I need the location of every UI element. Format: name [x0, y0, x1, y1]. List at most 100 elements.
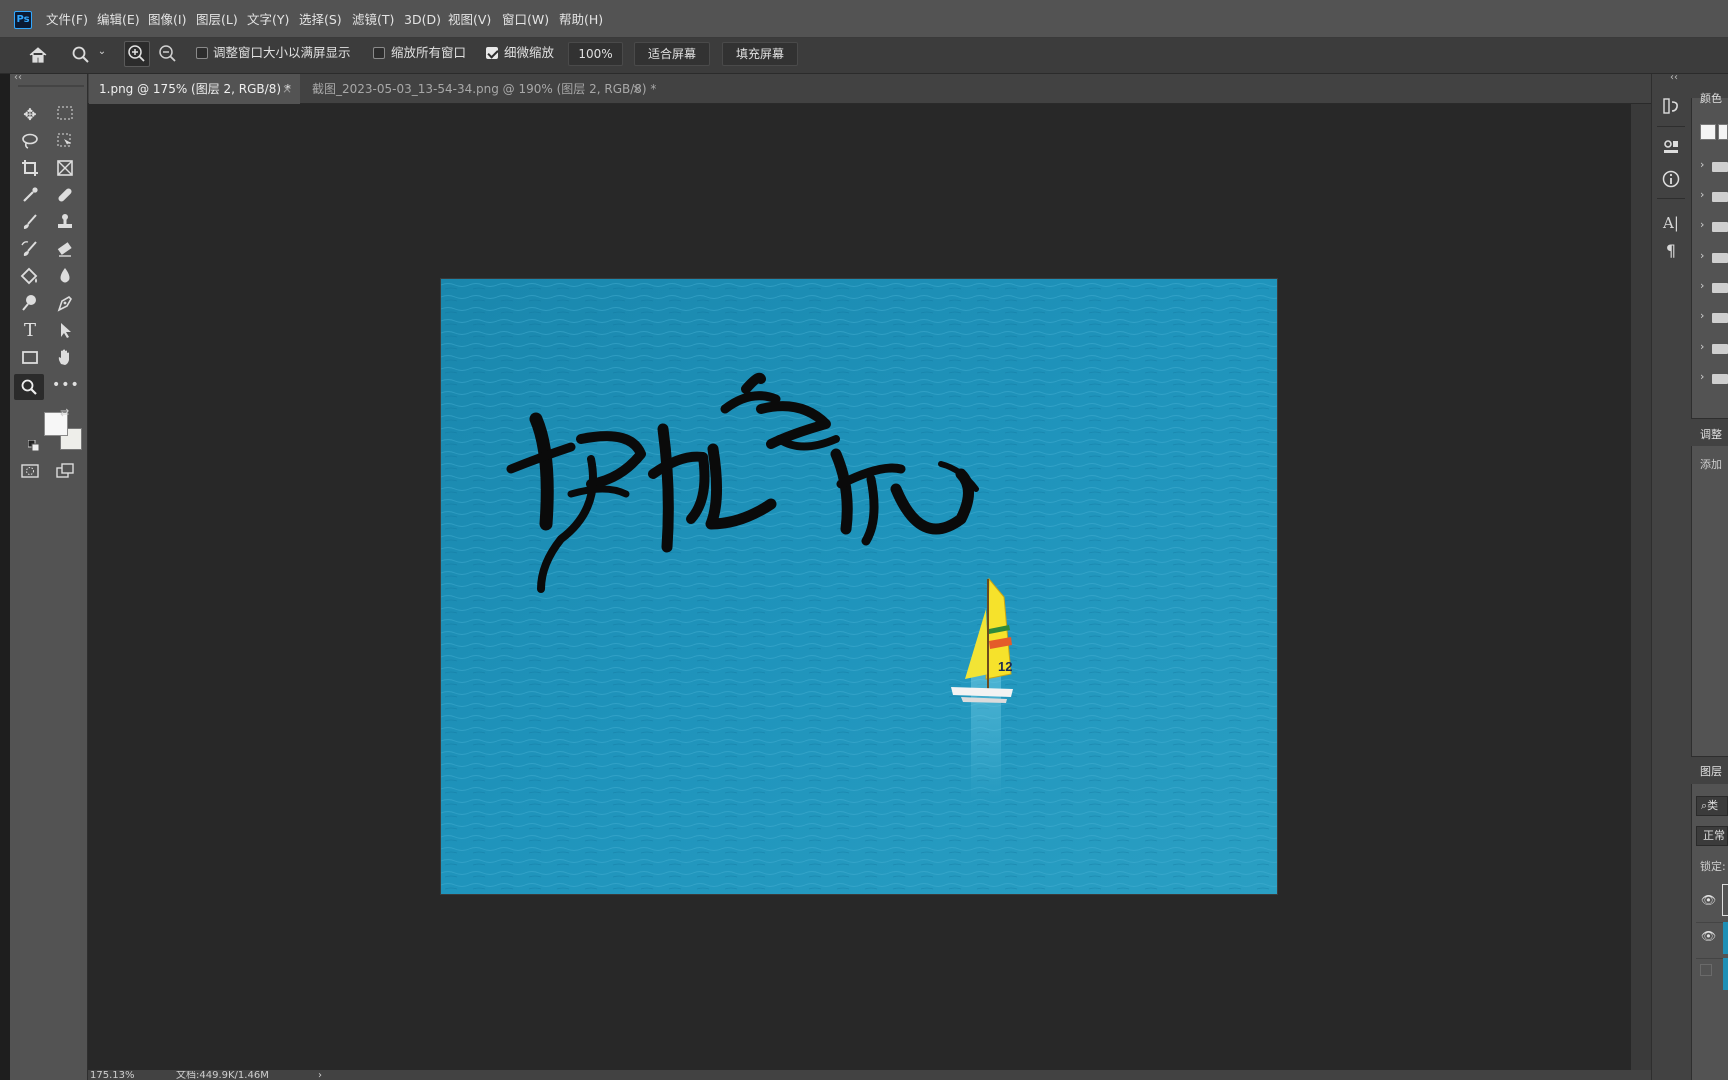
- more-tools-icon[interactable]: •••: [52, 374, 79, 396]
- vertical-scrollbar[interactable]: [1631, 104, 1651, 1070]
- tab-document-1[interactable]: 1.png @ 175% (图层 2, RGB/8) * ×: [89, 74, 300, 104]
- swatch-group-5[interactable]: ›: [1700, 279, 1728, 297]
- swatch-group-1[interactable]: ›: [1700, 158, 1728, 176]
- default-colors-icon[interactable]: [27, 439, 40, 452]
- close-icon[interactable]: ×: [632, 74, 642, 104]
- zoom-out-button[interactable]: [156, 42, 180, 66]
- left-edge-strip: [0, 38, 10, 1080]
- zoom-all-windows-checkbox[interactable]: [373, 47, 385, 59]
- resize-windows-checkbox[interactable]: [196, 47, 208, 59]
- tab-label: 截图_2023-05-03_13-54-34.png @ 190% (图层 2,…: [312, 82, 657, 96]
- healing-brush-tool-icon[interactable]: [52, 185, 78, 207]
- menu-3d[interactable]: 3D(D): [404, 10, 441, 30]
- eye-icon[interactable]: 👁: [1701, 929, 1716, 943]
- dodge-tool-icon[interactable]: [17, 293, 43, 315]
- pen-tool-icon[interactable]: [52, 293, 78, 315]
- swatch-group-3[interactable]: ›: [1700, 218, 1728, 236]
- history-brush-tool-icon[interactable]: [17, 239, 43, 261]
- swatch-group-4[interactable]: ›: [1700, 249, 1728, 267]
- marquee-tool-icon[interactable]: [52, 104, 78, 126]
- menu-select[interactable]: 选择(S): [299, 10, 342, 30]
- object-selection-tool-icon[interactable]: [52, 131, 78, 153]
- status-expand-icon[interactable]: ›: [318, 1071, 322, 1080]
- lock-label: 锁定:: [1700, 860, 1726, 873]
- swatch-group-8[interactable]: ›: [1700, 370, 1728, 388]
- menu-window[interactable]: 窗口(W): [502, 10, 549, 30]
- fill-screen-button[interactable]: 填充屏幕: [722, 42, 798, 66]
- swatch-white-2[interactable]: [1718, 124, 1728, 140]
- hand-tool-icon[interactable]: [52, 347, 78, 369]
- strip-divider: [1657, 126, 1685, 127]
- status-doc-size: 文档:449.9K/1.46M: [176, 1071, 269, 1080]
- menu-layer[interactable]: 图层(L): [196, 10, 238, 30]
- color-panel-title[interactable]: 颜色: [1700, 90, 1722, 106]
- canvas-image: 12: [441, 279, 1277, 894]
- crop-tool-icon[interactable]: [17, 158, 43, 180]
- swatch-group-2[interactable]: ›: [1700, 188, 1728, 206]
- menu-view[interactable]: 视图(V): [448, 10, 491, 30]
- zoom-percent-field[interactable]: 100%: [568, 42, 623, 66]
- layer-thumbnail[interactable]: [1722, 884, 1728, 916]
- tools-grip: [18, 85, 84, 87]
- swatch-group-6[interactable]: ›: [1700, 309, 1728, 327]
- strip-divider: [1657, 198, 1685, 199]
- layers-panel-title[interactable]: 图层: [1700, 763, 1722, 779]
- properties-panel-icon[interactable]: [1660, 137, 1682, 159]
- layer-thumbnail[interactable]: [1723, 958, 1728, 990]
- tab-label: 1.png @ 175% (图层 2, RGB/8) *: [99, 82, 291, 96]
- tab-document-2[interactable]: 截图_2023-05-03_13-54-34.png @ 190% (图层 2,…: [302, 74, 656, 104]
- clone-stamp-tool-icon[interactable]: [52, 212, 78, 234]
- quick-mask-icon[interactable]: [17, 461, 43, 483]
- menu-edit[interactable]: 编辑(E): [97, 10, 140, 30]
- history-panel-icon[interactable]: [1660, 96, 1682, 118]
- swap-colors-icon[interactable]: ⇄: [60, 406, 69, 419]
- screen-mode-icon[interactable]: [52, 461, 78, 483]
- adjustments-add-label: 添加: [1700, 458, 1722, 471]
- sail-number: 12: [998, 659, 1012, 674]
- path-selection-tool-icon[interactable]: [52, 320, 78, 342]
- collapse-strip-icon[interactable]: ‹‹: [1670, 72, 1678, 83]
- zoom-tool-preset-icon[interactable]: [70, 43, 92, 67]
- swatch-group-7[interactable]: ›: [1700, 340, 1728, 358]
- paint-bucket-tool-icon[interactable]: [17, 266, 43, 288]
- type-tool-icon[interactable]: T: [17, 320, 43, 342]
- menu-image[interactable]: 图像(I): [148, 10, 186, 30]
- collapse-tools-icon[interactable]: ‹‹: [14, 72, 22, 83]
- rectangle-tool-icon[interactable]: [17, 347, 43, 369]
- zoom-tool-icon[interactable]: [14, 374, 44, 400]
- resize-windows-label: 调整窗口大小以满屏显示: [213, 45, 351, 60]
- eyedropper-tool-icon[interactable]: [17, 185, 43, 207]
- zoom-in-button[interactable]: [124, 41, 150, 67]
- eye-icon[interactable]: 👁: [1701, 893, 1716, 907]
- menu-help[interactable]: 帮助(H): [559, 10, 603, 30]
- menu-type[interactable]: 文字(Y): [247, 10, 289, 30]
- zoom-all-windows-label: 缩放所有窗口: [391, 45, 467, 60]
- paragraph-panel-icon[interactable]: ¶: [1660, 240, 1682, 262]
- frame-tool-icon[interactable]: [52, 158, 78, 180]
- scrubby-zoom-label: 细微缩放: [504, 45, 555, 60]
- blur-tool-icon[interactable]: [52, 266, 78, 288]
- swatch-white[interactable]: [1700, 124, 1716, 140]
- close-icon[interactable]: ×: [282, 74, 292, 104]
- layer-visibility-off[interactable]: [1700, 964, 1712, 976]
- chevron-down-icon[interactable]: ⌄: [96, 46, 108, 62]
- status-zoom[interactable]: 175.13%: [90, 1071, 135, 1080]
- info-icon[interactable]: [1660, 169, 1682, 191]
- brush-tool-icon[interactable]: [17, 212, 43, 234]
- menu-filter[interactable]: 滤镜(T): [352, 10, 394, 30]
- document-canvas[interactable]: 12: [440, 278, 1278, 895]
- menu-file[interactable]: 文件(F): [46, 10, 88, 30]
- layer-filter-field[interactable]: ⌕类: [1696, 796, 1728, 816]
- adjustments-panel-title[interactable]: 调整: [1700, 426, 1722, 442]
- character-panel-icon[interactable]: A|: [1660, 212, 1682, 234]
- scrubby-zoom-checkbox[interactable]: [486, 47, 498, 59]
- lasso-tool-icon[interactable]: [17, 131, 43, 153]
- status-bar: [88, 1070, 1651, 1080]
- move-tool-icon[interactable]: ✥: [17, 104, 43, 126]
- blend-mode-select[interactable]: 正常: [1696, 826, 1728, 846]
- eraser-tool-icon[interactable]: [52, 239, 78, 261]
- fit-screen-button[interactable]: 适合屏幕: [634, 42, 710, 66]
- photoshop-logo: Ps: [14, 11, 32, 29]
- layer-thumbnail[interactable]: [1723, 922, 1728, 954]
- home-icon[interactable]: [26, 43, 50, 67]
